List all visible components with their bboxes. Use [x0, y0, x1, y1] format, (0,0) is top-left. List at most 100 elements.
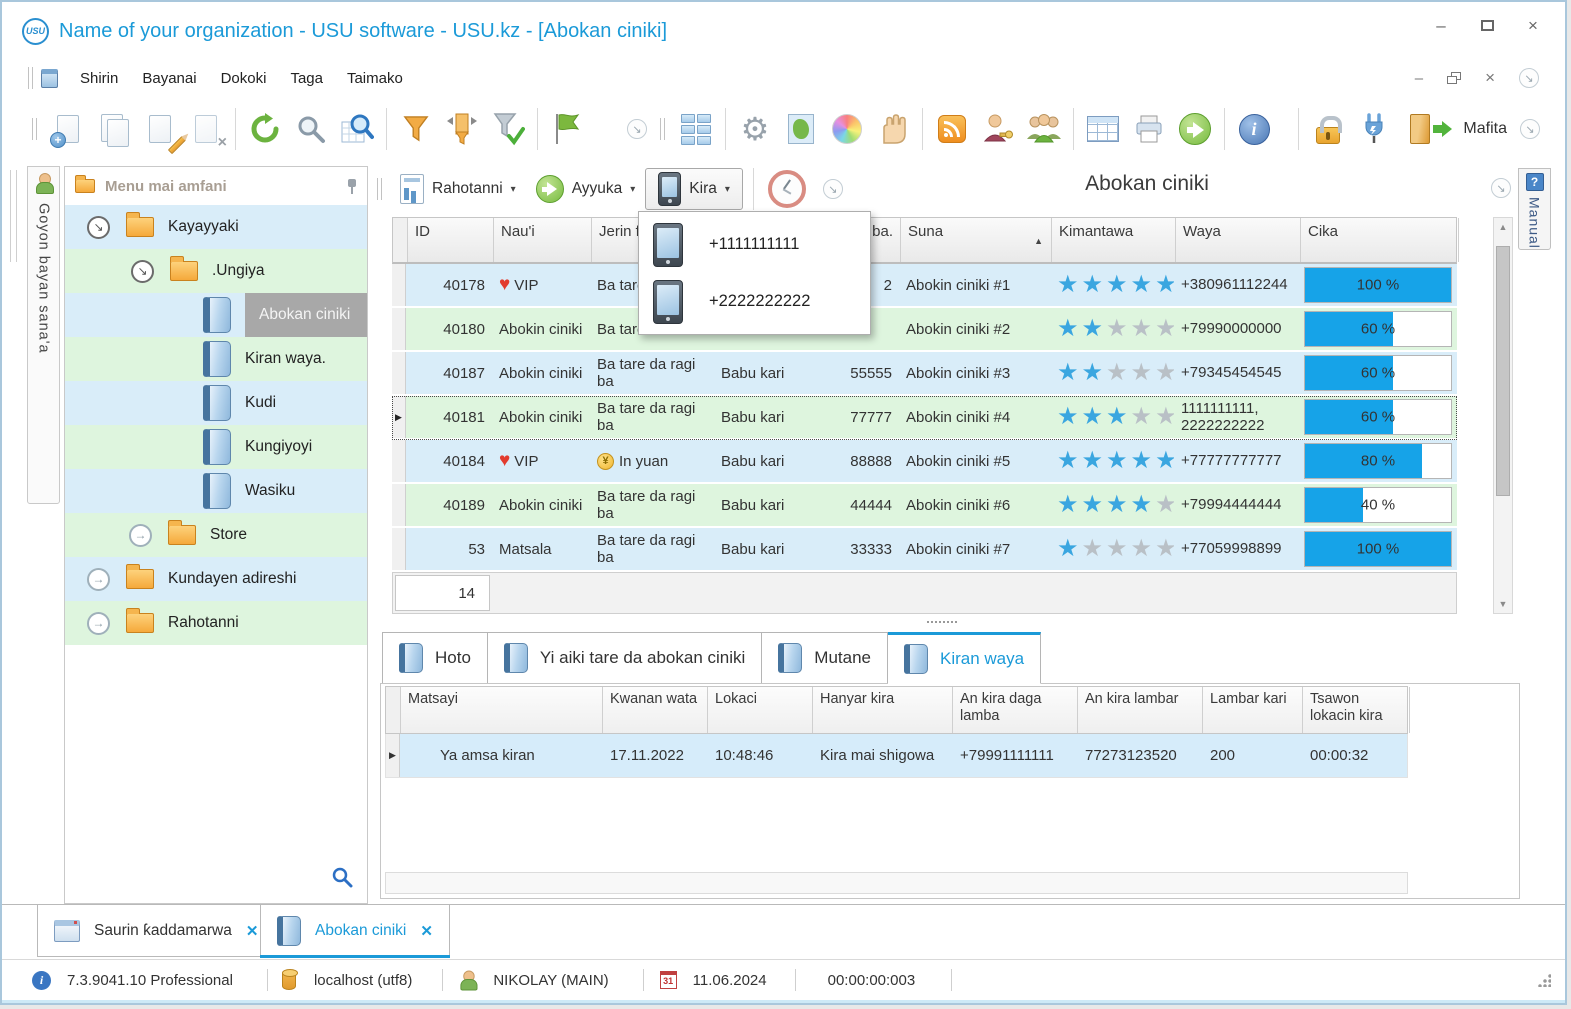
panel-edge-grip[interactable] [10, 170, 17, 262]
go-next-icon[interactable] [1172, 106, 1218, 152]
map-icon[interactable] [778, 106, 824, 152]
tree-item-store[interactable]: → Store [65, 513, 367, 557]
manual-vertical-tab[interactable]: ? Manual [1518, 168, 1551, 250]
tab-hoto[interactable]: Hoto [382, 632, 488, 684]
menu-shirin[interactable]: Shirin [68, 64, 130, 93]
table-row[interactable]: 40178 ♥ VIP Ba tare 2 Abokin ciniki #1 ★★… [392, 264, 1457, 308]
table-grid-icon[interactable] [1080, 106, 1126, 152]
col-hanyar-kira[interactable]: Hanyar kira [813, 687, 953, 733]
close-tab-icon[interactable]: ✕ [246, 922, 259, 940]
call-number-item[interactable]: +1111111111 [639, 216, 870, 273]
settings-gear-icon[interactable]: ⚙ [732, 106, 778, 152]
lock-icon[interactable] [1305, 106, 1351, 152]
col-suna[interactable]: Suna ▲ [901, 218, 1052, 262]
printer-icon[interactable] [1126, 106, 1172, 152]
child-minimize-button[interactable]: – [1415, 70, 1423, 87]
copy-document-icon[interactable] [91, 106, 137, 152]
tree-item-kayayyaki[interactable]: ↘ Kayayyaki [65, 205, 367, 249]
filter-columns-icon[interactable] [439, 106, 485, 152]
vertical-scrollbar[interactable]: ▲ ▼ [1493, 217, 1513, 614]
col-lokaci[interactable]: Lokaci [708, 687, 813, 733]
scroll-up-icon[interactable]: ▲ [1494, 218, 1512, 232]
tab-kiran-waya[interactable]: Kiran waya [888, 632, 1042, 684]
tree-item-wasiku[interactable]: Wasiku [65, 469, 367, 513]
plug-icon[interactable] [1351, 106, 1397, 152]
maximize-button[interactable] [1477, 16, 1497, 36]
new-document-icon[interactable]: + [45, 106, 91, 152]
toolbar-grip-3[interactable] [660, 118, 665, 140]
info-icon[interactable]: i [1231, 106, 1277, 152]
col-lambar-kari[interactable]: Lambar kari [1203, 687, 1303, 733]
tab-mutane[interactable]: Mutane [762, 632, 888, 684]
user-group-icon[interactable] [1021, 106, 1067, 152]
call-row[interactable]: ▶ Ya amsa kiran 17.11.2022 10:48:46 Kira… [385, 734, 1408, 778]
menubar-overflow-icon[interactable]: ↘ [1519, 68, 1539, 88]
child-close-button[interactable]: × [1485, 68, 1495, 88]
exit-door-icon[interactable] [1397, 106, 1453, 152]
minimize-button[interactable]: – [1431, 16, 1451, 36]
hand-icon[interactable] [870, 106, 916, 152]
menu-taga[interactable]: Taga [278, 64, 335, 93]
table-row-selected[interactable]: ▶ 40181 Abokin ciniki Ba tare da ragi ba… [392, 396, 1457, 440]
horizontal-scrollbar[interactable] [385, 872, 1408, 894]
reports-button[interactable]: Rahotanni ▾ [390, 171, 526, 207]
actionbar-grip[interactable] [377, 178, 382, 200]
edit-document-icon[interactable] [137, 106, 187, 155]
table-row[interactable]: 40184 ♥ VIP ¥ In yuan Babu kari 88888 Abok… [392, 440, 1457, 484]
col-an-kira-daga-lamba[interactable]: An kira daga lamba [953, 687, 1078, 733]
pin-icon[interactable] [347, 178, 357, 194]
tree-item-ungiya[interactable]: ↘ .Ungiya [65, 249, 367, 293]
tree-item-kundayen-adireshi[interactable]: → Kundayen adireshi [65, 557, 367, 601]
refresh-icon[interactable] [242, 106, 288, 152]
expander-icon[interactable]: → [129, 523, 152, 547]
col-kwanan-wata[interactable]: Kwanan wata [603, 687, 708, 733]
menu-taimako[interactable]: Taimako [335, 64, 415, 93]
tree-item-kungiyoyi[interactable]: Kungiyoyi [65, 425, 367, 469]
tree-item-kudi[interactable]: Kudi [65, 381, 367, 425]
window-tab-saurin[interactable]: Saurin ƙaddamarwa ✕ [37, 905, 276, 957]
table-row[interactable]: 53 Matsala Ba tare da ragi ba Babu kari … [392, 528, 1457, 572]
flag-icon[interactable] [544, 106, 590, 152]
expander-icon[interactable]: → [87, 567, 110, 591]
col-waya[interactable]: Waya [1176, 218, 1301, 262]
search-icon[interactable] [288, 106, 334, 152]
scrollbar-thumb[interactable] [1496, 246, 1510, 496]
support-vertical-tab[interactable]: Goyon bayan sana'a [27, 166, 60, 504]
tree-item-abokan-ciniki[interactable]: Abokan ciniki [65, 293, 367, 337]
collapse-toolbar-icon[interactable]: ↘ [614, 106, 660, 152]
color-wheel-icon[interactable] [824, 106, 870, 152]
splitter-handle[interactable] [927, 621, 957, 623]
scheduler-clock-icon[interactable] [764, 166, 810, 212]
col-an-kira-lambar[interactable]: An kira lambar [1078, 687, 1203, 733]
toolbar-grip-2[interactable] [32, 118, 37, 140]
filter-apply-icon[interactable] [485, 106, 531, 152]
delete-document-icon[interactable]: × [183, 106, 229, 152]
right-overflow-icon[interactable]: ↘ [1491, 178, 1511, 198]
user-key-icon[interactable] [975, 106, 1021, 152]
menu-bayanai[interactable]: Bayanai [130, 64, 208, 93]
tree-search-icon[interactable] [331, 866, 353, 893]
tab-yi-aiki[interactable]: Yi aiki tare da abokan ciniki [487, 632, 763, 684]
actionbar-overflow-icon[interactable]: ↘ [810, 166, 856, 212]
tree-item-kiran-waya[interactable]: Kiran waya. [65, 337, 367, 381]
toolbar-overflow-icon[interactable]: ↘ [1507, 106, 1553, 152]
child-restore-button[interactable] [1447, 72, 1462, 84]
expander-icon[interactable]: → [87, 611, 110, 635]
table-row[interactable]: 40180 Abokin ciniki Ba tare Abokin cinik… [392, 308, 1457, 352]
col-cika[interactable]: Cika [1301, 218, 1459, 262]
table-row[interactable]: 40187 Abokin ciniki Ba tare da ragi ba B… [392, 352, 1457, 396]
col-matsayi[interactable]: Matsayi [401, 687, 603, 733]
search-table-icon[interactable] [334, 106, 380, 152]
call-button[interactable]: Kira ▾ [645, 168, 743, 210]
close-button[interactable]: × [1523, 16, 1543, 36]
menu-dokoki[interactable]: Dokoki [209, 64, 279, 93]
filter-icon[interactable] [393, 106, 439, 152]
expander-icon[interactable]: ↘ [87, 215, 110, 239]
mafita-label[interactable]: Mafita [1463, 120, 1507, 138]
layout-grid-icon[interactable] [673, 106, 719, 152]
window-tab-abokan-ciniki[interactable]: Abokan ciniki ✕ [260, 905, 450, 958]
close-tab-icon[interactable]: ✕ [420, 922, 433, 940]
toolbar-grip[interactable] [28, 67, 33, 89]
expander-icon[interactable]: ↘ [131, 259, 154, 283]
col-naui[interactable]: Nau'i [494, 218, 592, 262]
